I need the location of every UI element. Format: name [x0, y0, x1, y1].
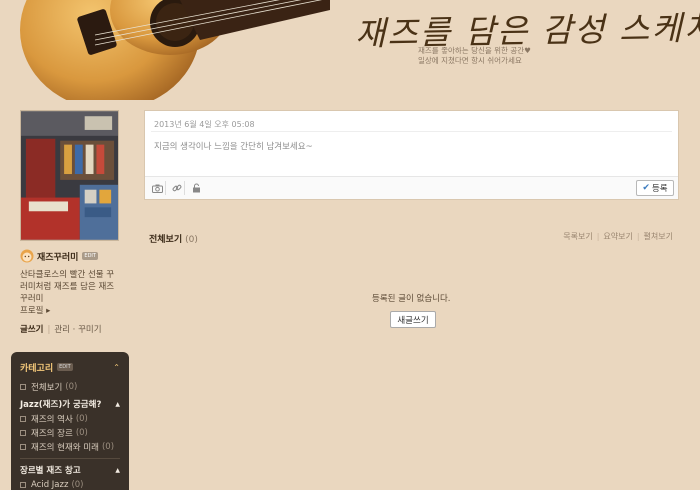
- bullet-icon: [20, 384, 26, 390]
- blog-header: 재즈를 담은 감성 스케치 재즈를 좋아하는 당신을 위한 공간♥ 일상에 지쳤…: [0, 0, 700, 104]
- profile-image[interactable]: [20, 110, 119, 241]
- post-button-label: 등록: [651, 184, 668, 194]
- quick-post-box: 2013년 6월 4일 오후 05:08 지금의 생각이나 느낌을 간단히 남겨…: [144, 110, 679, 200]
- new-post-button[interactable]: 새글쓰기: [390, 311, 436, 328]
- blog-subtitle: 재즈를 좋아하는 당신을 위한 공간♥ 일상에 지쳤다면 항시 쉬어가세요: [418, 46, 531, 66]
- side-menu: 글쓰기 | 관리 · 꾸미기: [20, 325, 102, 335]
- post-button[interactable]: ✔ 등록: [636, 180, 674, 196]
- view-summary-link[interactable]: 요약보기: [603, 231, 632, 242]
- bullet-icon: [20, 444, 26, 450]
- profile-edit-badge[interactable]: EDIT: [82, 252, 98, 260]
- view-expanded-link[interactable]: 펼쳐보기: [644, 231, 673, 242]
- separator: |: [636, 232, 640, 241]
- lock-icon[interactable]: [188, 181, 204, 195]
- subtitle-line-1: 재즈를 좋아하는 당신을 위한 공간♥: [418, 46, 531, 55]
- category-item-count: (0): [75, 428, 88, 438]
- bullet-icon: [20, 416, 26, 422]
- category-edit-badge[interactable]: EDIT: [57, 363, 73, 371]
- list-title-label: 전체보기: [149, 235, 183, 245]
- bullet-icon: [20, 482, 26, 488]
- subtitle-line-2: 일상에 지쳤다면 항시 쉬어가세요: [418, 56, 522, 65]
- category-item-label: 재즈의 역사: [31, 415, 73, 425]
- decorate-link[interactable]: 꾸미기: [78, 325, 101, 335]
- write-link[interactable]: 글쓰기: [20, 325, 43, 335]
- profile-nickname[interactable]: 재즈꾸러미: [37, 250, 78, 263]
- nickname-row: 재즈꾸러미 EDIT: [20, 248, 130, 264]
- category-group-jazz-curious[interactable]: Jazz(재즈)가 궁금해? ▲: [20, 396, 120, 412]
- category-header: 카테고리 EDIT ⌃: [20, 360, 120, 374]
- category-group-label: Jazz(재즈)가 궁금해?: [20, 400, 102, 410]
- category-item-label: 재즈의 현재와 미래: [31, 443, 99, 453]
- quick-post-input[interactable]: 지금의 생각이나 느낌을 간단히 남겨보세요~: [154, 140, 313, 152]
- view-options: 목록보기 | 요약보기 | 펼쳐보기: [563, 231, 673, 242]
- category-item-label: 재즈의 장르: [31, 429, 73, 439]
- quick-post-toolbar: ✔ 등록: [145, 176, 678, 199]
- category-group-label: 장르별 재즈 창고: [20, 466, 81, 476]
- category-group-genre[interactable]: 장르별 재즈 창고 ▲: [20, 462, 120, 478]
- category-item-count: (0): [101, 442, 115, 452]
- category-item-label: 전체보기: [31, 383, 63, 393]
- category-panel: 카테고리 EDIT ⌃ 전체보기 (0) Jazz(재즈)가 궁금해? ▲ 재즈…: [11, 352, 129, 490]
- guitar-header-image: [0, 0, 330, 100]
- camera-icon[interactable]: [150, 181, 166, 195]
- collapse-arrow-icon[interactable]: ▲: [115, 401, 120, 408]
- list-count: (0): [185, 235, 198, 245]
- bullet-icon: [20, 430, 26, 436]
- category-item[interactable]: 재즈의 장르 (0): [20, 426, 120, 440]
- category-collapse-icon[interactable]: ⌃: [113, 363, 120, 372]
- category-header-label: 카테고리: [20, 363, 54, 374]
- manage-link[interactable]: 관리: [54, 325, 70, 335]
- category-item[interactable]: 재즈의 역사 (0): [20, 412, 120, 426]
- view-list-link[interactable]: 목록보기: [563, 231, 592, 242]
- category-item[interactable]: Acid Jazz (0): [20, 478, 120, 490]
- link-icon[interactable]: [169, 181, 185, 195]
- category-item[interactable]: 재즈의 현재와 미래 (0): [20, 440, 120, 454]
- category-item-count: (0): [71, 480, 84, 490]
- collapse-arrow-icon[interactable]: ▲: [115, 467, 120, 474]
- check-icon: ✔: [642, 183, 650, 193]
- category-item-count: (0): [65, 382, 78, 392]
- category-item-all[interactable]: 전체보기 (0): [20, 380, 120, 394]
- profile-description: 산타클로스의 빨간 선물 꾸러미처럼 재즈를 담은 재즈꾸러미: [20, 270, 115, 304]
- category-item-count: (0): [75, 414, 88, 424]
- list-title: 전체보기 (0): [149, 232, 198, 245]
- empty-message: 등록된 글이 없습니다.: [372, 294, 451, 304]
- avatar-icon: [20, 249, 34, 263]
- post-date: 2013년 6월 4일 오후 05:08: [154, 120, 255, 129]
- profile-link[interactable]: 프로필 ▸: [20, 305, 130, 317]
- category-item-label: Acid Jazz: [31, 480, 69, 490]
- category-divider: [20, 458, 120, 459]
- divider: [151, 131, 672, 132]
- sidebar: 재즈꾸러미 EDIT 산타클로스의 빨간 선물 꾸러미처럼 재즈를 담은 재즈꾸…: [20, 110, 130, 335]
- separator: |: [596, 232, 600, 241]
